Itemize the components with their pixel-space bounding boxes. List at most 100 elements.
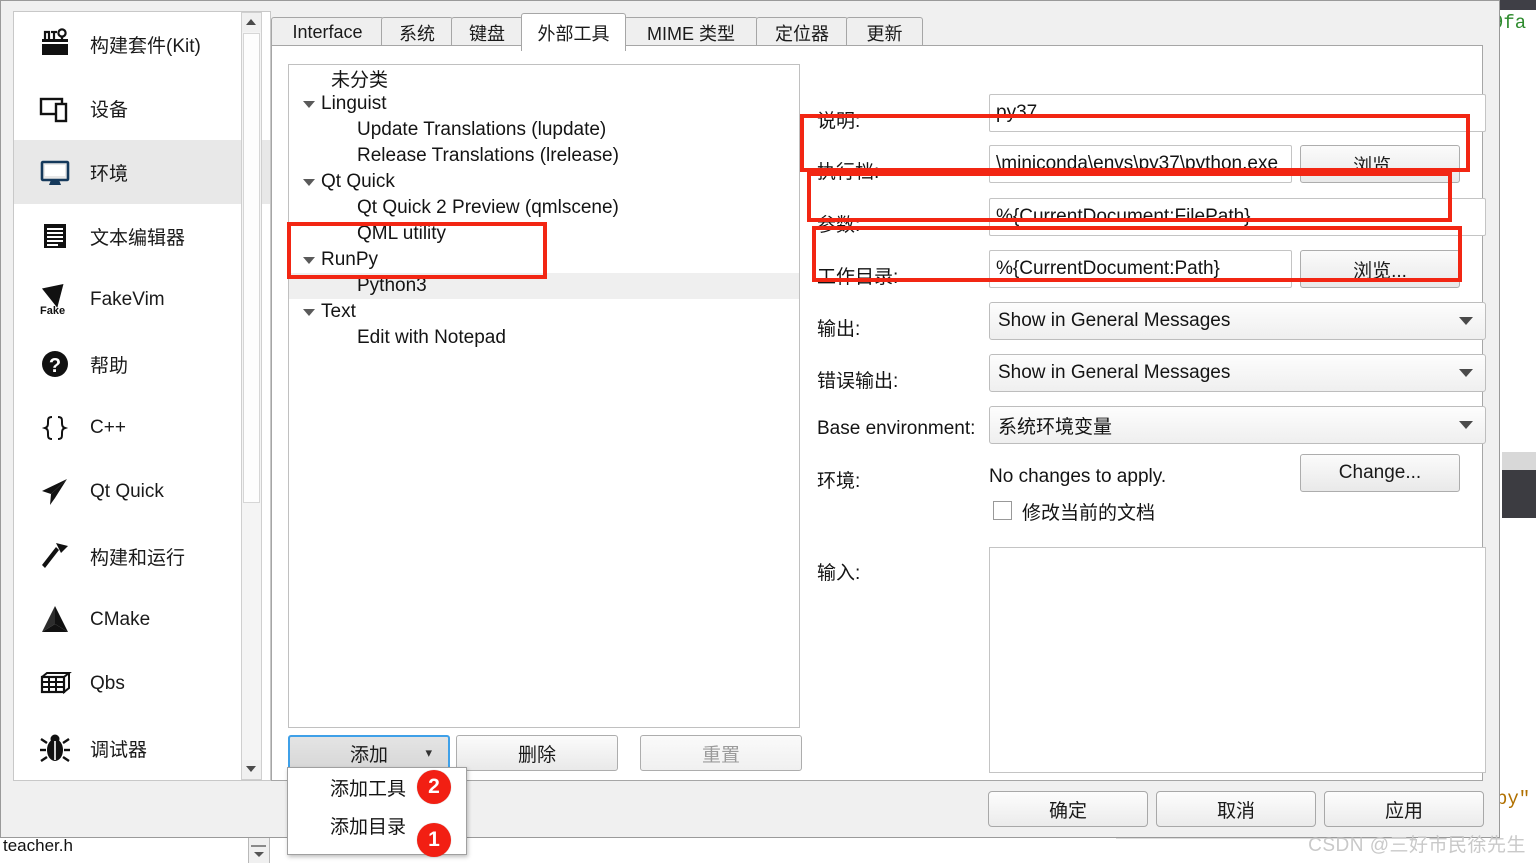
sidebar-item-label: C++	[90, 417, 126, 438]
tree-row-label: Edit with Notepad	[357, 327, 506, 348]
tree-row[interactable]: Edit with Notepad	[289, 325, 799, 351]
working-directory-browse-button[interactable]: 浏览...	[1300, 250, 1460, 288]
tree-row[interactable]: QML utility	[289, 221, 799, 247]
sidebar-item-fakevim[interactable]: Fake FakeVim	[14, 268, 270, 332]
options-category-list[interactable]: 构建套件(Kit) 设备 环境 文本编辑器 Fake FakeVim ? 帮助 …	[13, 11, 271, 781]
sidebar-item-environment[interactable]: 环境	[14, 140, 270, 204]
sidebar-item-devices[interactable]: 设备	[14, 76, 270, 140]
sidebar-item-label: 文本编辑器	[90, 227, 186, 249]
tab-external-tools[interactable]: 外部工具	[521, 13, 626, 51]
tree-row[interactable]: 未分类	[289, 65, 799, 91]
watermark-text: CSDN @三好市民徐先生	[1308, 835, 1526, 856]
chevron-down-icon[interactable]	[303, 101, 315, 108]
chevron-down-icon[interactable]	[303, 179, 315, 186]
chevron-down-icon: ▾	[425, 745, 432, 760]
arguments-input[interactable]: %{CurrentDocument:FilePath}	[989, 198, 1486, 236]
sidebar-item-text-editor[interactable]: 文本编辑器	[14, 204, 270, 268]
modify-current-document-checkbox[interactable]	[993, 501, 1012, 520]
scroll-down-arrow-icon[interactable]	[242, 760, 261, 779]
remove-button[interactable]: 删除	[456, 735, 618, 771]
sidebar-item-label: FakeVim	[90, 289, 165, 310]
tree-row[interactable]: Qt Quick 2 Preview (qmlscene)	[289, 195, 799, 221]
sidebar-item-debugger[interactable]: 调试器	[14, 716, 270, 780]
tool-properties-form: 说明: py37 执行档: \miniconda\envs\py37\pytho…	[817, 64, 1486, 778]
tree-row-label: Text	[321, 301, 356, 322]
chevron-down-icon[interactable]	[303, 309, 315, 316]
tab-system[interactable]: 系统	[381, 17, 453, 47]
scrollbar-thumb[interactable]	[243, 33, 260, 503]
tree-row-selected[interactable]: Python3	[289, 273, 799, 299]
description-input[interactable]: py37	[989, 94, 1486, 132]
output-label: 输出:	[817, 319, 861, 340]
sidebar-item-cpp[interactable]: C++	[14, 396, 270, 460]
sidebar-item-label: Qbs	[90, 673, 125, 694]
tree-row-label: Qt Quick 2 Preview (qmlscene)	[357, 197, 619, 218]
tab-mime-types[interactable]: MIME 类型	[624, 17, 758, 47]
sidebar-item-kit[interactable]: 构建套件(Kit)	[14, 12, 270, 76]
tree-row[interactable]: Update Translations (lupdate)	[289, 117, 799, 143]
executable-input[interactable]: \miniconda\envs\py37\python.exe	[989, 145, 1292, 183]
working-directory-label: 工作目录:	[817, 267, 899, 288]
executable-browse-button[interactable]: 浏览...	[1300, 145, 1460, 183]
tree-row[interactable]: Release Translations (lrelease)	[289, 143, 799, 169]
sidebar-item-cmake[interactable]: CMake	[14, 588, 270, 652]
sidebar-item-build-run[interactable]: 构建和运行	[14, 524, 270, 588]
background-splitter	[1502, 452, 1536, 470]
environment-label: 环境:	[817, 471, 861, 492]
tree-row[interactable]: Text	[289, 299, 799, 325]
executable-label: 执行档:	[817, 162, 880, 183]
arguments-label: 参数:	[817, 215, 861, 236]
modify-current-document-label: 修改当前的文档	[1022, 503, 1156, 524]
text-editor-icon	[32, 213, 78, 259]
tree-row-label: Update Translations (lupdate)	[357, 119, 607, 140]
sidebar-item-help[interactable]: ? 帮助	[14, 332, 270, 396]
braces-icon	[32, 405, 78, 451]
tab-interface[interactable]: Interface	[271, 17, 384, 47]
description-label: 说明:	[817, 111, 861, 132]
chevron-down-icon[interactable]	[303, 257, 315, 264]
kit-toolbox-icon	[32, 21, 78, 67]
tab-keyboard[interactable]: 键盘	[451, 17, 523, 47]
output-select[interactable]: Show in General Messages	[989, 302, 1486, 340]
help-question-icon: ?	[32, 341, 78, 387]
base-environment-select[interactable]: 系统环境变量	[989, 406, 1486, 444]
cancel-button[interactable]: 取消	[1156, 791, 1316, 827]
tree-row[interactable]: Qt Quick	[289, 169, 799, 195]
tree-row-label: Python3	[357, 275, 427, 296]
error-output-select[interactable]: Show in General Messages	[989, 354, 1486, 392]
add-button-label: 添加	[349, 744, 388, 766]
apply-button[interactable]: 应用	[1324, 791, 1484, 827]
sidebar-item-label: 构建套件(Kit)	[90, 35, 201, 57]
input-textarea[interactable]	[989, 547, 1486, 773]
monitor-icon	[32, 149, 78, 195]
cmake-triangle-icon	[32, 597, 78, 643]
external-tools-tree[interactable]: 未分类 Linguist Update Translations (lupdat…	[288, 64, 800, 728]
sidebar-item-qt-quick[interactable]: Qt Quick	[14, 460, 270, 524]
sidebar-item-qbs[interactable]: Qbs	[14, 652, 270, 716]
external-tools-page: 未分类 Linguist Update Translations (lupdat…	[271, 45, 1486, 781]
tree-row-label: Qt Quick	[321, 171, 395, 192]
background-open-file-label: teacher.h	[3, 836, 73, 855]
svg-text:?: ?	[49, 355, 61, 377]
sidebar-item-label: 帮助	[90, 355, 129, 377]
hammer-icon	[32, 533, 78, 579]
tree-row[interactable]: Linguist	[289, 91, 799, 117]
tab-locator[interactable]: 定位器	[756, 17, 848, 47]
tree-row-label: Linguist	[321, 93, 387, 114]
ok-button[interactable]: 确定	[988, 791, 1148, 827]
add-tool-dropdown-button[interactable]: 添加 ▾	[288, 735, 450, 771]
working-directory-input[interactable]: %{CurrentDocument:Path}	[989, 250, 1292, 288]
sidebar-item-label: 构建和运行	[90, 547, 186, 569]
environment-change-button[interactable]: Change...	[1300, 454, 1460, 492]
sidebar-scrollbar[interactable]	[241, 12, 262, 780]
tab-update[interactable]: 更新	[846, 17, 923, 47]
tree-row-label: QML utility	[357, 223, 447, 244]
fakevim-icon: Fake	[32, 277, 78, 323]
sidebar-item-label: 调试器	[90, 739, 148, 761]
chevron-down-icon	[1459, 317, 1473, 325]
background-code-fragment-bottom: py"	[1496, 788, 1531, 810]
step-badge-2: 2	[417, 770, 451, 804]
tree-row[interactable]: RunPy	[289, 247, 799, 273]
sidebar-item-label: 设备	[90, 99, 129, 121]
scroll-up-arrow-icon[interactable]	[242, 13, 261, 32]
